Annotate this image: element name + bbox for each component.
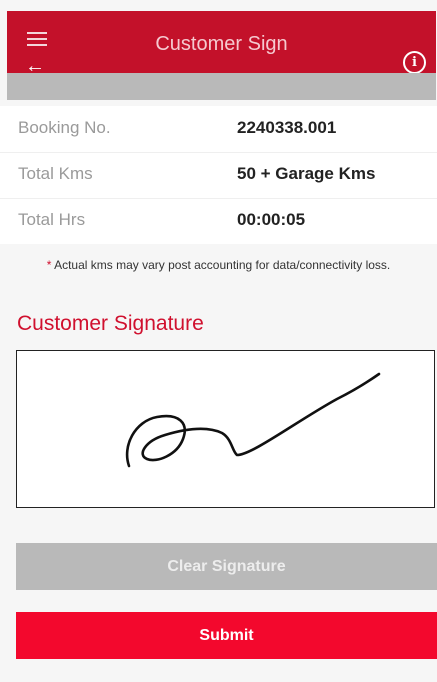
- booking-number-value: 2240338.001: [237, 118, 337, 137]
- signature-heading: Customer Signature: [17, 312, 204, 335]
- info-icon[interactable]: i: [403, 51, 426, 74]
- page-title: Customer Sign: [155, 33, 288, 55]
- signature-stroke: [125, 372, 381, 468]
- total-hrs-label: Total Hrs: [18, 210, 86, 229]
- total-hrs-value: 00:00:05: [237, 210, 306, 229]
- booking-number-row: Booking No. 2240338.001: [0, 106, 437, 153]
- total-kms-label: Total Kms: [18, 164, 93, 183]
- submit-button[interactable]: Submit: [16, 612, 437, 659]
- total-kms-value: 50 + Garage Kms: [237, 164, 376, 183]
- disclaimer-note: * Actual kms may vary post accounting fo…: [0, 258, 437, 272]
- booking-number-label: Booking No.: [18, 118, 111, 137]
- app-bar: ← Customer Sign i: [7, 11, 436, 76]
- signature-pad[interactable]: [16, 350, 435, 508]
- total-hrs-row: Total Hrs 00:00:05: [0, 198, 437, 244]
- booking-details-panel: Booking No. 2240338.001 Total Kms 50 + G…: [0, 106, 437, 244]
- clear-signature-button[interactable]: Clear Signature: [16, 543, 437, 590]
- disclaimer-text: Actual kms may vary post accounting for …: [51, 258, 391, 272]
- total-kms-row: Total Kms 50 + Garage Kms: [0, 152, 437, 199]
- header-divider-bar: [7, 73, 436, 100]
